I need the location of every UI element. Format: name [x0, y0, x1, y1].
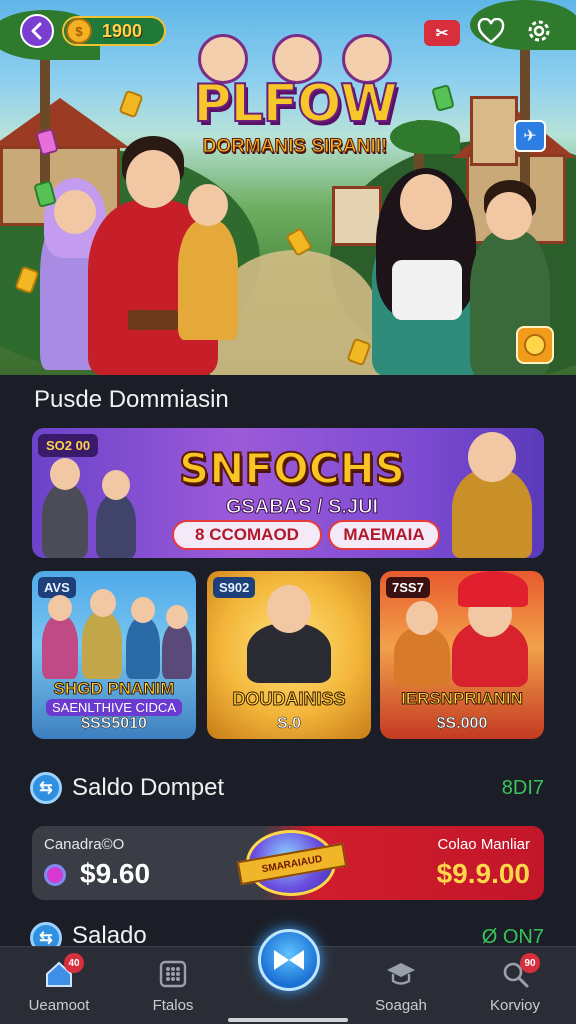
banner-subtitle: GSABAS / S.JUI: [225, 496, 379, 519]
grid-icon: [156, 957, 190, 991]
back-button[interactable]: [20, 14, 54, 48]
wallet-right-label: Colao Manliar: [437, 836, 530, 853]
card-desc: SAENLTHIVE CIDCA: [46, 699, 182, 716]
card-name: IERSNPRIANIN: [401, 689, 524, 709]
nav-badge: 90: [520, 953, 540, 973]
character-girl: [372, 168, 482, 375]
banner-pill-right[interactable]: MAEMAIA: [328, 520, 440, 550]
wallet-right-value: $9.9.00: [436, 858, 530, 889]
wallet-left-value: $9.60: [80, 858, 151, 889]
coin-balance[interactable]: $ 1900: [62, 16, 166, 46]
bottom-navigation: 40 Ueamoot Ftalos Soagah 90 Korvioy: [0, 929, 576, 1024]
map-button[interactable]: ✈: [514, 120, 546, 152]
nav-label: Soagah: [375, 997, 427, 1014]
settings-button[interactable]: [522, 14, 556, 48]
nav-item-ftalos[interactable]: Ftalos: [128, 953, 218, 1019]
graduation-cap-icon: [384, 957, 418, 991]
floating-gem: [431, 84, 455, 112]
banner-character-right: [452, 432, 532, 558]
wallet-balance-header: ⇆ Saldo Dompet 8DI7: [30, 772, 546, 806]
nav-label: Korvioy: [489, 997, 541, 1014]
card-tag: S902: [213, 577, 256, 598]
search-icon: 90: [498, 953, 540, 991]
coin-balance-value: 1900: [102, 20, 143, 41]
banner-pill-left[interactable]: 8 CCOMAOD: [172, 520, 322, 550]
reward-button[interactable]: [516, 326, 554, 364]
chevron-left-icon: [31, 22, 42, 40]
favorite-button[interactable]: [474, 14, 508, 48]
tower: [332, 186, 382, 246]
promo-banner[interactable]: SO2 00 SNFOCHS GSABAS / S.JUI 8 CCOMAOD …: [32, 428, 544, 558]
nav-item-home[interactable]: 40 Ueamoot: [14, 953, 104, 1019]
top-bar: $ 1900 ✂: [0, 0, 576, 64]
game-card-1[interactable]: AVS SHGD PNANIM SAENLTHIVE CIDCA $SS5010: [32, 571, 196, 739]
banner-characters-left: [34, 458, 144, 558]
coin-reward-icon: [524, 334, 546, 356]
character-yellow: [178, 184, 238, 340]
plane-icon: ✈: [523, 128, 537, 145]
card-price: $S.000: [436, 715, 488, 733]
banner-tag: SO2 00: [38, 434, 99, 457]
wallet-left-label: Canadra©O: [44, 836, 125, 853]
house-roof: [0, 98, 130, 148]
gear-icon: [528, 20, 550, 42]
ticket-icon: ✂: [435, 25, 449, 42]
wallet-icon: ⇆: [30, 772, 62, 804]
nav-label: Ftalos: [152, 997, 194, 1014]
game-subtitle: DORMANIS SIRANII!: [202, 136, 388, 158]
nav-center-button[interactable]: [258, 929, 320, 991]
nav-label: Ueamoot: [28, 997, 90, 1014]
section-title: Pusde Dommiasin: [34, 386, 229, 413]
game-card-2[interactable]: S902 DOUDAINISS S.0: [207, 571, 371, 739]
coin-icon: $: [66, 18, 92, 44]
card-price: $SS5010: [81, 715, 147, 733]
banner-title: SNFOCHS: [178, 443, 406, 494]
card-name: DOUDAINISS: [232, 689, 346, 710]
nav-badge: 40: [64, 953, 84, 973]
card-price: S.0: [276, 715, 302, 733]
wallet-balance-label: Saldo Dompet: [72, 774, 225, 801]
heart-icon: [477, 18, 505, 44]
app-root: PLFOW DORMANIS SIRANII! ✈ $ 1900 ✂ Pusde…: [0, 0, 576, 1024]
ticket-button[interactable]: ✂: [424, 20, 460, 46]
tower: [470, 96, 518, 166]
nav-item-soagah[interactable]: Soagah: [356, 953, 446, 1019]
wallet-card[interactable]: Canadra©O $9.60 SMARAIAUD Colao Manliar …: [32, 826, 544, 900]
game-card-3[interactable]: 7SS7 IERSNPRIANIN $S.000: [380, 571, 544, 739]
nav-item-korvioy[interactable]: 90 Korvioy: [470, 953, 560, 1019]
home-icon: 40: [42, 953, 84, 991]
game-title: PLFOW: [192, 73, 398, 135]
refresh-icon: [44, 864, 66, 886]
card-tag: 7SS7: [386, 577, 430, 598]
card-name: SHGD PNANIM: [53, 679, 175, 699]
home-indicator[interactable]: [228, 1018, 348, 1022]
bowtie-icon: [274, 950, 304, 970]
wallet-balance-value: 8DI7: [501, 777, 544, 799]
